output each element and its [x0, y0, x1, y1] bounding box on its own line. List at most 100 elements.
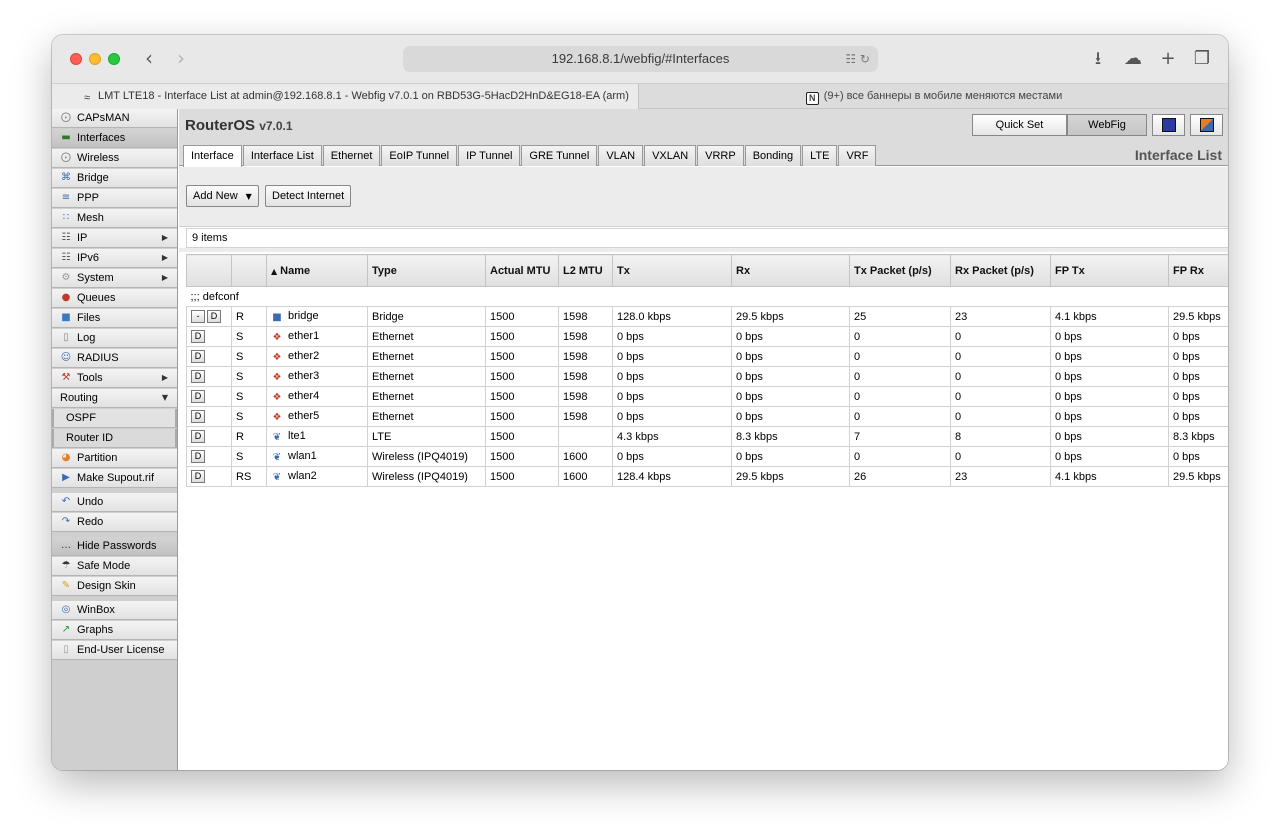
quick-set-button[interactable]: Quick Set — [972, 114, 1067, 136]
sidebar-item-hide-passwords[interactable]: … Hide Passwords — [52, 537, 177, 556]
row-name[interactable]: ■ bridge — [266, 306, 368, 327]
column-header-l2-mtu[interactable]: L2 MTU — [558, 254, 613, 287]
sidebar-item-end-user-license[interactable]: ▯ End-User License — [52, 641, 177, 660]
disable-button[interactable]: D — [191, 390, 205, 403]
sidebar-item-ip[interactable]: ☷ IP ▶ — [52, 229, 177, 248]
browser-tab-notion[interactable]: N (9+) все баннеры в мобиле меняются мест… — [640, 84, 1228, 109]
zoom-window-button[interactable] — [108, 53, 120, 65]
tab-vxlan[interactable]: VXLAN — [644, 145, 697, 166]
row-name[interactable]: ❦ lte1 — [266, 426, 368, 447]
minimize-window-button[interactable] — [89, 53, 101, 65]
table-row[interactable]: D S ❖ ether5 Ethernet 1500 1598 0 bps 0 b… — [186, 406, 1228, 427]
column-header-rx-packet[interactable]: Rx Packet (p/s) — [950, 254, 1051, 287]
download-icon[interactable]: ⭳ — [1087, 48, 1109, 70]
tab-interface[interactable]: Interface — [183, 145, 242, 167]
sidebar-item-design-skin[interactable]: ✎ Design Skin — [52, 577, 177, 596]
row-name[interactable]: ❖ ether3 — [266, 366, 368, 387]
tab-ip-tunnel[interactable]: IP Tunnel — [458, 145, 521, 166]
table-row[interactable]: D R ❦ lte1 LTE 1500 4.3 kbps 8.3 kbps 7 8… — [186, 426, 1228, 447]
sidebar-item-ospf[interactable]: OSPF — [52, 409, 177, 428]
forward-arrow-icon[interactable]: › — [170, 47, 192, 71]
sidebar-item-graphs[interactable]: ↗ Graphs — [52, 621, 177, 640]
tab-eoip-tunnel[interactable]: EoIP Tunnel — [381, 145, 458, 166]
row-name[interactable]: ❖ ether5 — [266, 406, 368, 427]
tab-gre-tunnel[interactable]: GRE Tunnel — [521, 145, 598, 166]
row-actions: D — [186, 466, 232, 487]
column-header-tx-packet[interactable]: Tx Packet (p/s) — [849, 254, 951, 287]
sidebar-item-capsman[interactable]: ⨀ CAPsMAN — [52, 109, 177, 128]
sidebar-item-system[interactable]: ⚙ System ▶ — [52, 269, 177, 288]
column-header-fp-tx[interactable]: FP Tx — [1050, 254, 1169, 287]
table-row[interactable]: -D R ■ bridge Bridge 1500 1598 128.0 kbps… — [186, 306, 1228, 327]
tab-ethernet[interactable]: Ethernet — [322, 145, 381, 166]
disable-button[interactable]: D — [207, 310, 221, 323]
sidebar-item-ipv6[interactable]: ☷ IPv6 ▶ — [52, 249, 177, 268]
sidebar-item-queues[interactable]: ● Queues — [52, 289, 177, 308]
column-header-name[interactable]: ▲ Name — [266, 254, 368, 287]
sidebar-item-redo[interactable]: ↷ Redo — [52, 513, 177, 532]
tab-overview-icon[interactable]: ❐ — [1191, 48, 1213, 70]
disable-button[interactable]: D — [191, 430, 205, 443]
tab-vlan[interactable]: VLAN — [598, 145, 644, 166]
close-window-button[interactable] — [70, 53, 82, 65]
tab-vrf[interactable]: VRF — [838, 145, 877, 166]
sidebar-item-tools[interactable]: ⚒ Tools ▶ — [52, 369, 177, 388]
sidebar-item-mesh[interactable]: ∷ Mesh — [52, 209, 177, 228]
disable-button[interactable]: D — [191, 350, 205, 363]
table-row[interactable]: D S ❦ wlan1 Wireless (IPQ4019) 1500 1600 … — [186, 446, 1228, 467]
browser-tab-webfig[interactable]: ≈ LMT LTE18 - Interface List at admin@192… — [52, 84, 639, 109]
terminal-button[interactable] — [1152, 114, 1185, 136]
sidebar-item-ppp[interactable]: ≡ PPP — [52, 189, 177, 208]
sidebar-item-files[interactable]: ■ Files — [52, 309, 177, 328]
back-arrow-icon[interactable]: ‹ — [138, 47, 160, 71]
column-header-fp-rx[interactable]: FP Rx — [1168, 254, 1228, 287]
column-header-rx[interactable]: Rx — [731, 254, 850, 287]
sidebar-item-bridge[interactable]: ⌘ Bridge — [52, 169, 177, 188]
sidebar-item-interfaces[interactable]: ▬ Interfaces — [52, 129, 177, 148]
sidebar-item-router-id[interactable]: Router ID — [52, 429, 177, 448]
tab-interface-list[interactable]: Interface List — [242, 145, 322, 166]
design-button[interactable] — [1190, 114, 1223, 136]
sidebar-item-safe-mode[interactable]: ☂ Safe Mode — [52, 557, 177, 576]
tab-lte[interactable]: LTE — [802, 145, 838, 166]
sidebar-item-routing[interactable]: Routing ▼ — [52, 389, 177, 408]
webfig-button[interactable]: WebFig — [1067, 114, 1147, 136]
disable-button[interactable]: D — [191, 470, 205, 483]
remove-button[interactable]: - — [191, 310, 205, 323]
row-type: Ethernet — [367, 366, 486, 387]
tab-vrrp[interactable]: VRRP — [697, 145, 744, 166]
table-row[interactable]: D S ❖ ether4 Ethernet 1500 1598 0 bps 0 b… — [186, 386, 1228, 407]
table-row[interactable]: D RS ❦ wlan2 Wireless (IPQ4019) 1500 1600… — [186, 466, 1228, 487]
translate-reload-icons[interactable]: ☷ ↻ — [845, 46, 870, 72]
detect-internet-button[interactable]: Detect Internet — [265, 185, 352, 207]
row-name[interactable]: ❖ ether4 — [266, 386, 368, 407]
design-icon — [1199, 118, 1214, 132]
disable-button[interactable]: D — [191, 450, 205, 463]
sidebar-item-make-supout[interactable]: ▶ Make Supout.rif — [52, 469, 177, 488]
table-row[interactable]: D S ❖ ether2 Ethernet 1500 1598 0 bps 0 b… — [186, 346, 1228, 367]
sidebar-item-radius[interactable]: ☺ RADIUS — [52, 349, 177, 368]
column-header-actual-mtu[interactable]: Actual MTU — [485, 254, 559, 287]
disable-button[interactable]: D — [191, 410, 205, 423]
disable-button[interactable]: D — [191, 330, 205, 343]
row-name[interactable]: ❦ wlan1 — [266, 446, 368, 467]
tab-bonding[interactable]: Bonding — [744, 145, 802, 166]
cloud-icon[interactable]: ☁ — [1122, 48, 1144, 70]
row-name[interactable]: ❖ ether1 — [266, 326, 368, 347]
new-tab-icon[interactable]: + — [1157, 48, 1179, 70]
row-fp-tx: 0 bps — [1050, 326, 1169, 347]
table-row[interactable]: D S ❖ ether3 Ethernet 1500 1598 0 bps 0 b… — [186, 366, 1228, 387]
add-new-button[interactable]: Add New ▼ — [186, 185, 259, 207]
column-header-type[interactable]: Type — [367, 254, 486, 287]
sidebar-item-winbox[interactable]: ◎ WinBox — [52, 601, 177, 620]
table-row[interactable]: D S ❖ ether1 Ethernet 1500 1598 0 bps 0 b… — [186, 326, 1228, 347]
column-header-tx[interactable]: Tx — [612, 254, 732, 287]
address-bar[interactable]: 192.168.8.1/webfig/#Interfaces ☷ ↻ — [403, 46, 878, 72]
row-name[interactable]: ❖ ether2 — [266, 346, 368, 367]
disable-button[interactable]: D — [191, 370, 205, 383]
sidebar-item-wireless[interactable]: ⨀ Wireless — [52, 149, 177, 168]
sidebar-item-partition[interactable]: ◕ Partition — [52, 449, 177, 468]
row-name[interactable]: ❦ wlan2 — [266, 466, 368, 487]
sidebar-item-log[interactable]: ▯ Log — [52, 329, 177, 348]
sidebar-item-undo[interactable]: ↶ Undo — [52, 493, 177, 512]
